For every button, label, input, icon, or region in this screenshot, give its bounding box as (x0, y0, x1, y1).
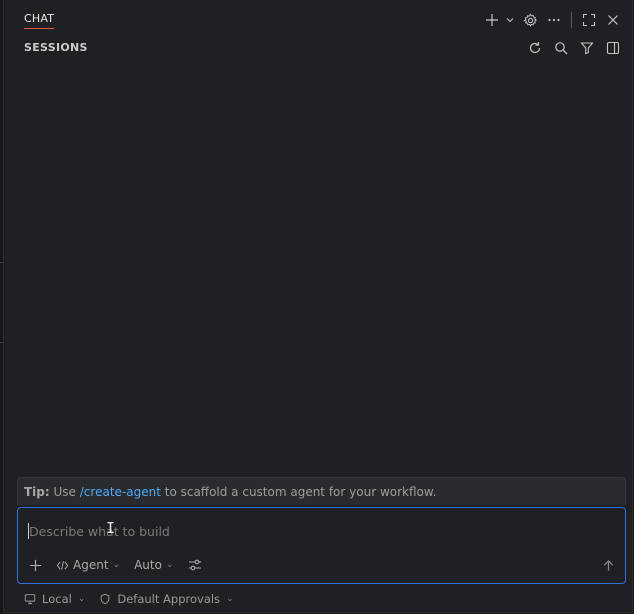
add-context-button[interactable] (24, 555, 46, 575)
search-button[interactable] (550, 38, 572, 58)
agent-mode-icon (56, 560, 69, 570)
panel-titlebar: CHAT (4, 0, 632, 38)
maximize-button[interactable] (578, 10, 600, 30)
toolbar-separator (571, 12, 572, 28)
monitor-icon (24, 594, 36, 605)
tip-prefix: Use (53, 485, 76, 499)
mode-label: Agent (73, 558, 109, 572)
close-button[interactable] (602, 10, 624, 30)
tip-suffix: to scaffold a custom agent for your work… (164, 485, 437, 499)
refresh-button[interactable] (524, 38, 546, 58)
search-icon (555, 42, 568, 55)
location-label: Local (42, 592, 72, 606)
chevron-down-icon: ⌄ (112, 560, 121, 570)
tab-chat[interactable]: CHAT (24, 12, 55, 29)
arrow-up-icon (603, 559, 613, 571)
sliders-icon (188, 559, 201, 571)
composer-toolbar: Agent ⌄ Auto ⌄ (24, 555, 206, 575)
settings-button[interactable] (519, 10, 541, 30)
chat-composer: I Agent ⌄ Auto ⌄ (17, 507, 626, 584)
text-caret (28, 523, 29, 539)
new-chat-button[interactable] (483, 10, 501, 30)
filter-icon (580, 42, 594, 55)
sessions-title: SESSIONS (24, 41, 88, 54)
titlebar-actions (483, 10, 624, 30)
more-actions-button[interactable] (543, 10, 565, 30)
sessions-header: SESSIONS (4, 38, 632, 60)
maximize-icon (582, 13, 596, 27)
send-button[interactable] (597, 555, 619, 575)
split-panel-icon (606, 41, 620, 55)
location-picker[interactable]: Local ⌄ (24, 592, 85, 606)
filter-button[interactable] (576, 38, 598, 58)
chat-input[interactable] (27, 520, 591, 542)
mode-picker[interactable]: Agent ⌄ (52, 555, 124, 575)
tip-label: Tip: (24, 485, 50, 499)
plus-icon (486, 14, 498, 26)
status-row: Local ⌄ Default Approvals ⌄ (24, 592, 234, 606)
refresh-icon (529, 42, 541, 54)
plus-icon (29, 559, 41, 571)
approvals-picker[interactable]: Default Approvals ⌄ (99, 592, 234, 606)
shield-icon (101, 593, 110, 605)
toggle-side-panel-button[interactable] (602, 38, 624, 58)
chat-panel: CHAT SESSIONS Tip: Use /create-agent to … (3, 0, 633, 613)
chevron-down-icon: ⌄ (77, 594, 86, 604)
new-chat-dropdown-button[interactable] (503, 10, 517, 30)
chevron-down-icon: ⌄ (165, 560, 174, 570)
tip-banner: Tip: Use /create-agent to scaffold a cus… (17, 477, 626, 505)
gear-icon (522, 13, 537, 27)
close-icon (608, 15, 618, 25)
ellipsis-icon (548, 18, 560, 22)
tip-command-link[interactable]: /create-agent (80, 485, 161, 499)
model-picker[interactable]: Auto ⌄ (130, 555, 177, 575)
sessions-actions (524, 38, 624, 58)
model-label: Auto (134, 558, 162, 572)
tools-button[interactable] (184, 555, 206, 575)
approvals-label: Default Approvals (117, 592, 221, 606)
chevron-down-icon: ⌄ (226, 594, 234, 604)
chevron-down-icon (506, 18, 514, 23)
